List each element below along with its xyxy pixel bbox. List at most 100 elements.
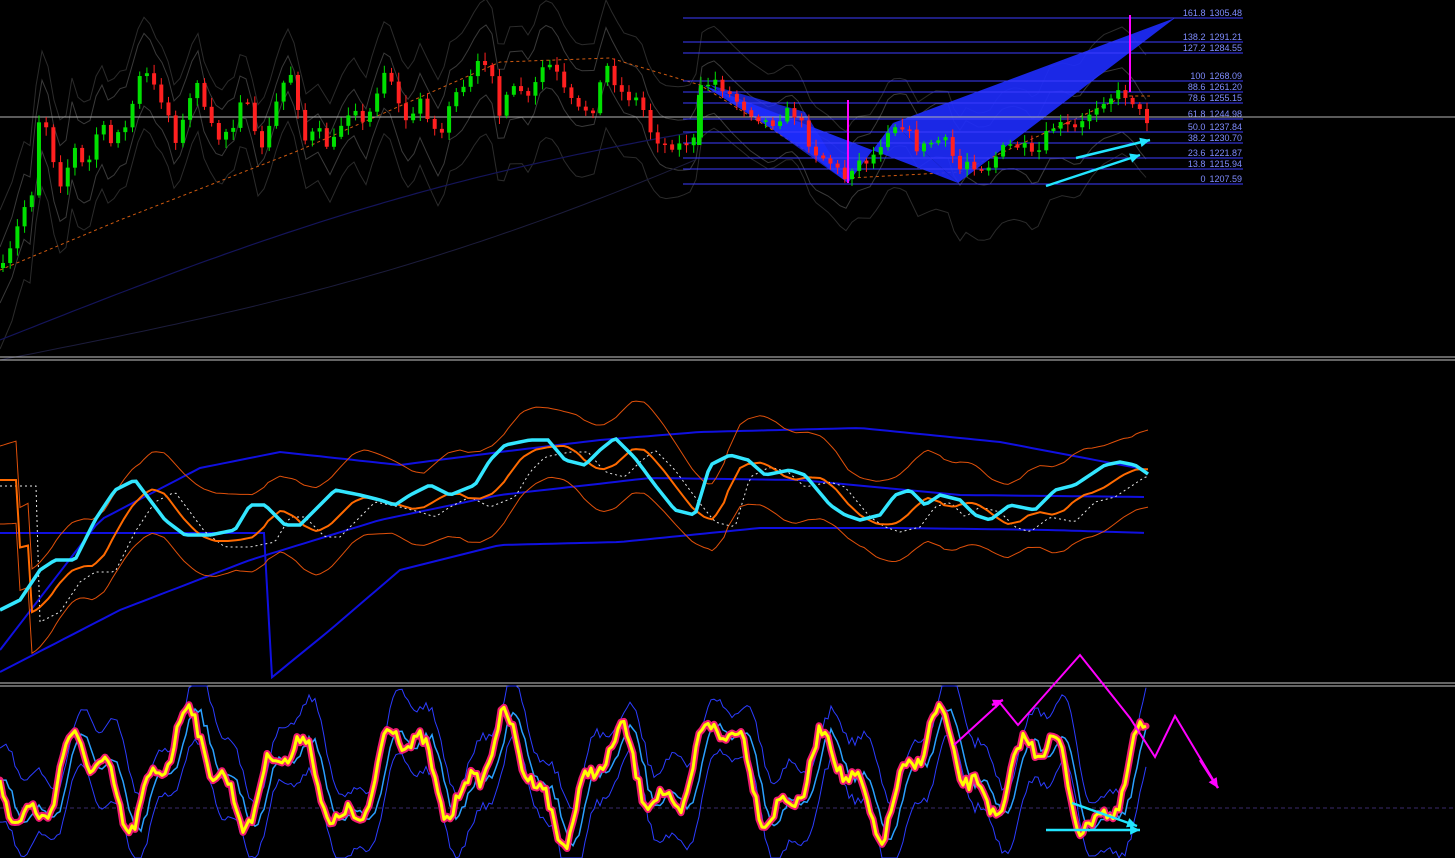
fib-ratio: 88.6 [1188,82,1206,92]
fib-label-100: 100 1268.09 [1190,71,1242,81]
candle-body [468,76,473,87]
candle-body [173,115,178,143]
fib-price: 1268.09 [1209,71,1242,81]
candle-body [763,120,768,122]
candle-body [662,143,667,146]
candle-body [907,129,912,131]
fib-label-88-6: 88.6 1261.20 [1188,82,1242,92]
candle-body [224,131,229,140]
candle-body [706,84,711,87]
candle-body [29,195,34,208]
candle-body [713,79,718,85]
candle-body [346,115,351,126]
candle-body [965,161,970,170]
candle-body [58,162,63,187]
candle-body [144,73,149,77]
candle-body [742,101,747,111]
fib-ratio: 23.6 [1188,148,1206,158]
candle-body [209,106,214,124]
candle-body [792,108,797,118]
candle-body [166,102,171,116]
candle-body [734,94,739,102]
fib-price: 1207.59 [1209,174,1242,184]
fib-ratio: 38.2 [1188,133,1206,143]
candle-body [670,144,675,150]
candle-body [511,86,516,95]
candle-body [929,142,934,145]
candle-body [756,116,761,122]
fib-price: 1261.20 [1209,82,1242,92]
candle-body [360,110,365,122]
candle-body [123,127,128,133]
candle-body [1130,97,1135,105]
trading-chart: 161.8 1305.48138.2 1291.21127.2 1284.55100 1… [0,0,1455,858]
fib-label-13-8: 13.8 1215.94 [1188,159,1242,169]
fib-ratio: 100 [1190,71,1205,81]
candle-body [598,82,603,114]
candle-body [641,97,646,111]
candle-body [447,106,452,133]
candle-body [540,67,545,83]
candle-body [101,124,106,135]
candle-body [576,97,581,107]
candle-body [130,103,135,128]
candle-body [972,161,977,170]
candle-body [950,137,955,156]
candle-body [1087,114,1092,122]
candle-body [267,125,272,148]
candle-body [936,140,941,143]
candle-body [1,263,5,268]
candle-body [1109,98,1114,104]
candle-body [1058,122,1063,129]
candle-body [1137,104,1142,109]
candle-body [1094,108,1099,115]
candle-body [367,111,372,122]
candle-body [8,248,13,264]
candle-body [260,131,265,148]
candle-body [821,155,826,159]
candle-body [396,81,401,104]
candle-body [238,102,243,128]
candle-body [691,137,696,146]
fib-label-127-2: 127.2 1284.55 [1183,43,1242,53]
candle-body [180,119,185,143]
candle-body [403,103,408,121]
candle-body [583,106,588,111]
fib-label-161-8: 161.8 1305.48 [1183,8,1242,18]
candle-body [850,170,855,180]
candle-body [188,98,193,120]
candle-body [339,125,344,137]
candle-body [605,65,610,83]
candle-body [720,79,725,92]
candle-body [274,101,279,126]
candle-body [1051,128,1056,132]
candle-body [1145,108,1149,124]
candle-body [1116,90,1121,99]
candle-body [749,110,754,117]
fib-ratio: 127.2 [1183,43,1206,53]
fib-label-38-2: 38.2 1230.70 [1188,133,1242,143]
candle-body [684,143,689,146]
candle-body [828,158,833,164]
candle-body [1008,144,1013,146]
candle-body [108,124,113,144]
candle-body [65,167,70,187]
fib-price: 1221.87 [1209,148,1242,158]
candle-body [547,64,552,68]
candle-body [533,82,538,96]
candle-body [562,71,567,88]
candle-body [655,132,660,144]
fib-ratio: 138.2 [1183,32,1206,42]
candle-body [375,93,380,112]
candle-body [389,72,394,82]
candle-body [799,117,804,121]
candle-body [770,120,775,126]
candle-body [857,160,862,171]
candle-body [569,87,574,98]
candle-body [432,118,437,129]
candle-body [281,82,286,102]
candle-body [555,64,560,72]
candle-body [504,94,509,116]
candle-body [195,82,200,99]
candle-body [1044,131,1049,151]
